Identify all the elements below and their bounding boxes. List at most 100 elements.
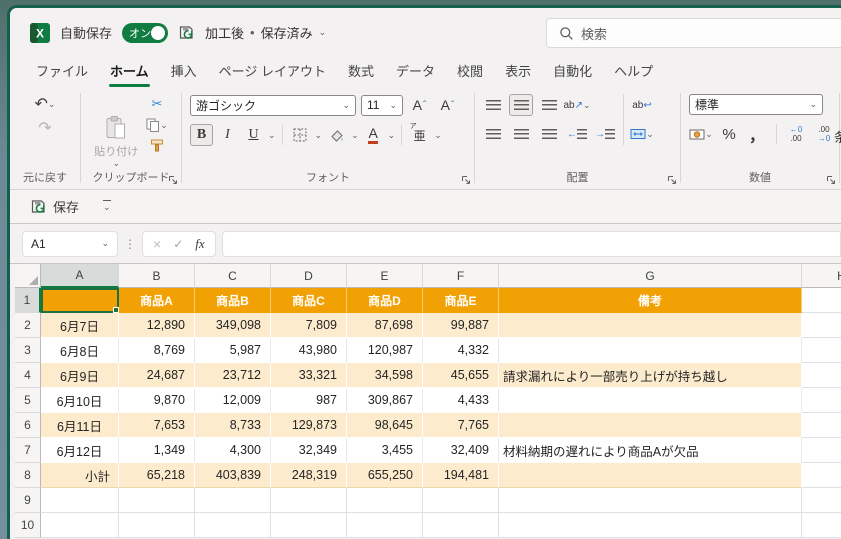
cell-A6[interactable]: 6月11日 xyxy=(41,413,119,438)
cell-B3[interactable]: 8,769 xyxy=(119,338,195,363)
cell-A8[interactable]: 小計 xyxy=(41,463,119,488)
row-header-3[interactable]: 3 xyxy=(15,338,41,363)
cell-D10[interactable] xyxy=(271,513,347,538)
cell-H7[interactable] xyxy=(802,438,841,463)
cell-G6[interactable] xyxy=(499,413,802,438)
cell-F4[interactable]: 45,655 xyxy=(423,363,499,388)
column-header-D[interactable]: D xyxy=(271,264,347,288)
cell-A2[interactable]: 6月7日 xyxy=(41,313,119,338)
cut-button[interactable]: ✂ xyxy=(146,96,168,112)
cell-B9[interactable] xyxy=(119,488,195,513)
italic-button[interactable]: I xyxy=(216,124,239,146)
row-header-6[interactable]: 6 xyxy=(15,413,41,438)
font-size-select[interactable]: 11 ⌄ xyxy=(361,94,403,116)
cell-B10[interactable] xyxy=(119,513,195,538)
insert-function-button[interactable]: fx xyxy=(195,236,204,252)
cell-B2[interactable]: 12,890 xyxy=(119,313,195,338)
active-cell-A1[interactable] xyxy=(41,288,119,313)
fill-handle[interactable] xyxy=(113,307,119,313)
cell-C7[interactable]: 4,300 xyxy=(195,438,271,463)
cell-F5[interactable]: 4,433 xyxy=(423,388,499,413)
cell-G9[interactable] xyxy=(499,488,802,513)
copy-button[interactable]: ⌄ xyxy=(146,118,168,132)
cell-C2[interactable]: 349,098 xyxy=(195,313,271,338)
cell-A9[interactable] xyxy=(41,488,119,513)
cell-H1[interactable] xyxy=(802,288,841,313)
cell-H5[interactable] xyxy=(802,388,841,413)
cell-E3[interactable]: 120,987 xyxy=(347,338,423,363)
alignment-dialog-launcher[interactable] xyxy=(667,175,677,185)
cell-F7[interactable]: 32,409 xyxy=(423,438,499,463)
cell-G8[interactable] xyxy=(499,463,802,488)
cell-C8[interactable]: 403,839 xyxy=(195,463,271,488)
cell-B4[interactable]: 24,687 xyxy=(119,363,195,388)
cell-E8[interactable]: 655,250 xyxy=(347,463,423,488)
tab-view[interactable]: 表示 xyxy=(495,56,541,87)
qat-customize-chevron[interactable]: ⌄ xyxy=(103,200,111,213)
cell-C5[interactable]: 12,009 xyxy=(195,388,271,413)
cell-E10[interactable] xyxy=(347,513,423,538)
cell-D1[interactable]: 商品C xyxy=(271,288,347,313)
font-name-select[interactable]: 游ゴシック ⌄ xyxy=(190,94,356,116)
cell-H9[interactable] xyxy=(802,488,841,513)
enter-button[interactable]: ✓ xyxy=(173,237,183,251)
cell-C3[interactable]: 5,987 xyxy=(195,338,271,363)
name-box[interactable]: A1 ⌄ xyxy=(22,230,118,257)
row-header-4[interactable]: 4 xyxy=(15,363,41,388)
cell-E4[interactable]: 34,598 xyxy=(347,363,423,388)
tab-review[interactable]: 校閲 xyxy=(447,56,493,87)
cell-A3[interactable]: 6月8日 xyxy=(41,338,119,363)
increase-font-size-button[interactable]: A ˆ xyxy=(408,94,431,116)
cell-D9[interactable] xyxy=(271,488,347,513)
cell-C9[interactable] xyxy=(195,488,271,513)
increase-decimal-button[interactable]: ←0 .00 xyxy=(784,123,808,145)
accounting-format-button[interactable]: ⌄ xyxy=(689,123,713,145)
select-all-corner[interactable] xyxy=(15,264,41,288)
tab-home[interactable]: ホーム xyxy=(100,56,159,87)
column-header-B[interactable]: B xyxy=(119,264,195,288)
cell-D4[interactable]: 33,321 xyxy=(271,363,347,388)
cell-H8[interactable] xyxy=(802,463,841,488)
cell-H10[interactable] xyxy=(802,513,841,538)
undo-button[interactable]: ↶ ⌄ xyxy=(35,94,56,114)
formula-input[interactable] xyxy=(221,230,841,257)
cell-F2[interactable]: 99,887 xyxy=(423,313,499,338)
middle-align-button[interactable] xyxy=(509,94,533,116)
decrease-indent-button[interactable]: ← xyxy=(565,123,589,145)
cell-C4[interactable]: 23,712 xyxy=(195,363,271,388)
cell-F8[interactable]: 194,481 xyxy=(423,463,499,488)
cell-B6[interactable]: 7,653 xyxy=(119,413,195,438)
column-header-C[interactable]: C xyxy=(195,264,271,288)
cell-C1[interactable]: 商品B xyxy=(195,288,271,313)
font-dialog-launcher[interactable] xyxy=(461,175,471,185)
borders-button[interactable] xyxy=(289,124,312,146)
cell-F3[interactable]: 4,332 xyxy=(423,338,499,363)
cell-E5[interactable]: 309,867 xyxy=(347,388,423,413)
row-header-10[interactable]: 10 xyxy=(15,513,41,538)
bold-button[interactable]: B xyxy=(190,124,213,146)
document-title[interactable]: 加工後 • 保存済み ⌄ xyxy=(205,23,326,42)
tab-automate[interactable]: 自動化 xyxy=(543,56,602,87)
tab-data[interactable]: データ xyxy=(386,56,445,87)
row-header-2[interactable]: 2 xyxy=(15,313,41,338)
cell-G3[interactable] xyxy=(499,338,802,363)
percent-style-button[interactable]: % xyxy=(717,123,741,145)
cell-D5[interactable]: 987 xyxy=(271,388,347,413)
tab-page-layout[interactable]: ページ レイアウト xyxy=(209,56,336,87)
cell-B7[interactable]: 1,349 xyxy=(119,438,195,463)
decrease-font-size-button[interactable]: A ˇ xyxy=(436,94,459,116)
cell-C6[interactable]: 8,733 xyxy=(195,413,271,438)
cell-D8[interactable]: 248,319 xyxy=(271,463,347,488)
column-header-F[interactable]: F xyxy=(423,264,499,288)
tab-help[interactable]: ヘルプ xyxy=(604,56,663,87)
cell-B1[interactable]: 商品A xyxy=(119,288,195,313)
cell-G10[interactable] xyxy=(499,513,802,538)
qat-save-label[interactable]: 保存 xyxy=(53,197,79,216)
cell-A10[interactable] xyxy=(41,513,119,538)
increase-indent-button[interactable]: → xyxy=(593,123,617,145)
cell-A5[interactable]: 6月10日 xyxy=(41,388,119,413)
cell-B8[interactable]: 65,218 xyxy=(119,463,195,488)
align-left-button[interactable] xyxy=(481,123,505,145)
font-color-button[interactable]: A xyxy=(362,124,385,146)
wrap-text-button[interactable]: ab ↩ xyxy=(630,94,654,116)
